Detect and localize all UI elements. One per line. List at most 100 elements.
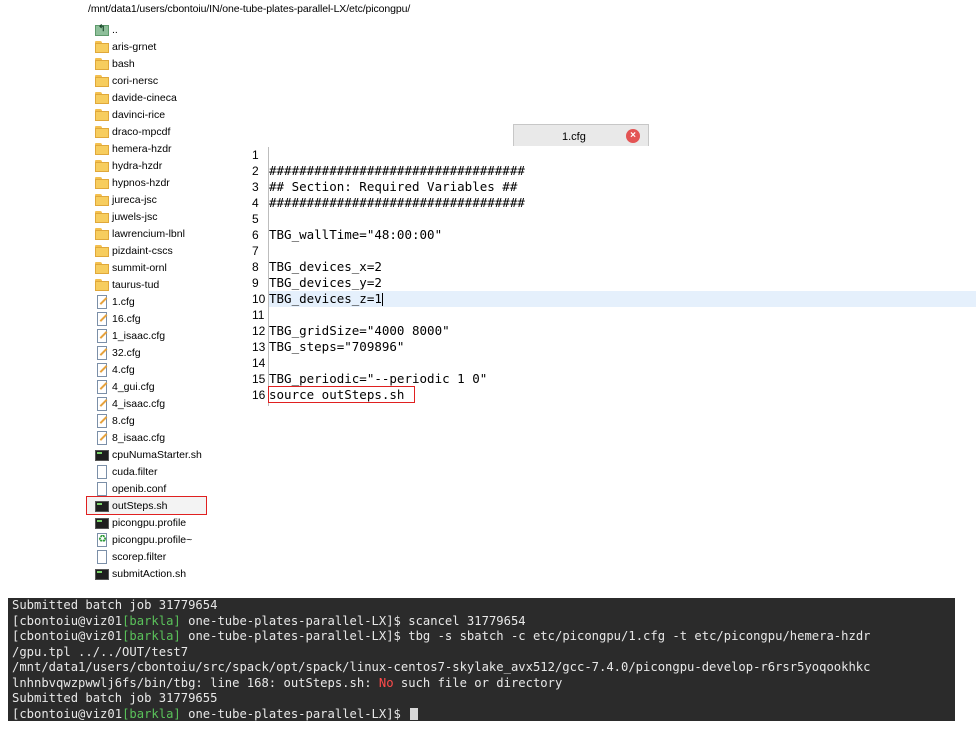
config-file-icon	[94, 294, 110, 309]
code-line[interactable]: source outSteps.sh	[267, 386, 976, 403]
folder-icon	[94, 176, 110, 190]
terminal-line: [cbontoiu@viz01[barkla] one-tube-plates-…	[12, 614, 951, 630]
tree-item[interactable]: picongpu.profile	[94, 514, 219, 531]
terminal-text: lnhnbvqwzpwwlj6fs/bin/tbg: line 168: out…	[12, 675, 379, 690]
folder-icon	[94, 210, 110, 224]
tree-item[interactable]: ♻ picongpu.profile~	[94, 531, 219, 548]
config-file-icon	[94, 413, 110, 428]
tab-1-cfg[interactable]: 1.cfg ×	[513, 124, 649, 146]
code-line[interactable]	[269, 243, 976, 259]
tree-item-label: 4_isaac.cfg	[112, 397, 166, 410]
tree-item-label: davide-cineca	[112, 91, 177, 104]
tree-item[interactable]: 8_isaac.cfg	[94, 429, 219, 446]
tree-item[interactable]: 1_isaac.cfg	[94, 327, 219, 344]
tree-item[interactable]: 16.cfg	[94, 310, 219, 327]
tree-item-label: lawrencium-lbnl	[112, 227, 185, 240]
terminal-script-icon	[94, 567, 110, 581]
tree-item[interactable]: aris-grnet	[94, 38, 219, 55]
terminal-line: /gpu.tpl ../../OUT/test7	[12, 645, 951, 661]
line-number: 3	[252, 180, 259, 194]
tree-item[interactable]: juwels-jsc	[94, 208, 219, 225]
folder-icon	[94, 74, 110, 88]
line-number: 6	[252, 228, 259, 242]
code-line[interactable]: TBG_gridSize="4000 8000"	[269, 323, 976, 339]
code-line[interactable]: ##################################	[269, 195, 976, 211]
tab-label: 1.cfg	[562, 131, 586, 143]
tree-item-label: outSteps.sh	[112, 499, 168, 512]
tree-item[interactable]: jureca-jsc	[94, 191, 219, 208]
tree-item[interactable]: lawrencium-lbnl	[94, 225, 219, 242]
config-file-icon	[94, 362, 110, 377]
tree-item[interactable]: cuda.filter	[94, 463, 219, 480]
prompt-user: [cbontoiu@viz01	[12, 613, 123, 628]
tree-item[interactable]: scorep.filter	[94, 548, 219, 565]
tree-item[interactable]: davinci-rice	[94, 106, 219, 123]
tree-item-label: picongpu.profile~	[112, 533, 193, 546]
tree-item-label: 1.cfg	[112, 295, 135, 308]
tree-item[interactable]: cpuNumaStarter.sh	[94, 446, 219, 463]
terminal-line: [cbontoiu@viz01[barkla] one-tube-plates-…	[12, 707, 951, 723]
tree-item[interactable]: hemera-hzdr	[94, 140, 219, 157]
tree-item-label: cpuNumaStarter.sh	[112, 448, 202, 461]
tree-item[interactable]: openib.conf	[94, 480, 219, 497]
code-text: TBG_gridSize="4000 8000"	[269, 323, 450, 338]
code-text: ##################################	[269, 163, 525, 178]
tree-item[interactable]: hydra-hzdr	[94, 157, 219, 174]
tree-item-label: draco-mpcdf	[112, 125, 171, 138]
tree-item[interactable]: draco-mpcdf	[94, 123, 219, 140]
code-line[interactable]	[269, 307, 976, 323]
folder-icon	[94, 108, 110, 122]
folder-icon	[94, 227, 110, 241]
line-number: 5	[252, 212, 259, 226]
tree-item[interactable]: 4_gui.cfg	[94, 378, 219, 395]
tree-item[interactable]: taurus-tud	[94, 276, 219, 293]
code-area[interactable]: ################################## ## Sec…	[267, 147, 976, 403]
tree-item[interactable]: ↰..	[94, 21, 219, 38]
terminal-cursor	[410, 708, 419, 720]
tree-item[interactable]: 8.cfg	[94, 412, 219, 429]
tree-item-label: 4.cfg	[112, 363, 135, 376]
tree-item-label: hypnos-hzdr	[112, 176, 170, 189]
code-line[interactable]	[269, 211, 976, 227]
code-line[interactable]: TBG_devices_z=1	[269, 291, 976, 307]
folder-icon	[94, 91, 110, 105]
folder-icon	[94, 142, 110, 156]
file-tree[interactable]: ↰.. aris-grnet bash cori-nersc davide-cineca…	[86, 21, 219, 582]
directory-path: /mnt/data1/users/cbontoiu/IN/one-tube-pl…	[88, 3, 411, 15]
tree-item[interactable]: submitAction.sh	[94, 565, 219, 582]
terminal-line: /mnt/data1/users/cbontoiu/src/spack/opt/…	[12, 660, 951, 676]
code-line[interactable]	[269, 147, 976, 163]
tree-item[interactable]: 32.cfg	[94, 344, 219, 361]
tree-item-label: 16.cfg	[112, 312, 141, 325]
code-line[interactable]: TBG_devices_x=2	[269, 259, 976, 275]
code-line[interactable]: ##################################	[269, 163, 976, 179]
config-file-icon	[94, 328, 110, 343]
line-number: 11	[252, 308, 265, 322]
tree-item[interactable]: outSteps.sh	[86, 496, 207, 515]
tree-item[interactable]: 4_isaac.cfg	[94, 395, 219, 412]
code-line[interactable]	[269, 355, 976, 371]
code-line[interactable]: TBG_wallTime="48:00:00"	[269, 227, 976, 243]
code-editor[interactable]: 1 2 3 4 5 6 7 8 9 10 11 12 13 14 15 16 ################…	[242, 147, 976, 407]
tree-item[interactable]: bash	[94, 55, 219, 72]
prompt-host: [barkla]	[122, 613, 181, 628]
line-number: 15	[252, 372, 266, 386]
tree-item-label: ..	[112, 23, 118, 36]
config-file-icon	[94, 396, 110, 411]
tree-item[interactable]: summit-ornl	[94, 259, 219, 276]
tree-item-label: hemera-hzdr	[112, 142, 172, 155]
tree-item[interactable]: 1.cfg	[94, 293, 219, 310]
tree-item[interactable]: cori-nersc	[94, 72, 219, 89]
tree-item[interactable]: 4.cfg	[94, 361, 219, 378]
prompt-dir: one-tube-plates-parallel-LX]$	[180, 613, 409, 628]
tree-item[interactable]: hypnos-hzdr	[94, 174, 219, 191]
tree-item[interactable]: davide-cineca	[94, 89, 219, 106]
code-line[interactable]: TBG_periodic="--periodic 1 0"	[269, 371, 976, 387]
tree-item[interactable]: pizdaint-cscs	[94, 242, 219, 259]
code-line[interactable]: ## Section: Required Variables ##	[269, 179, 976, 195]
code-line[interactable]: TBG_devices_y=2	[269, 275, 976, 291]
terminal[interactable]: Submitted batch job 31779654 [cbontoiu@v…	[8, 598, 955, 721]
close-icon[interactable]: ×	[626, 129, 640, 143]
config-file-icon	[94, 311, 110, 326]
code-line[interactable]: TBG_steps="709896"	[269, 339, 976, 355]
